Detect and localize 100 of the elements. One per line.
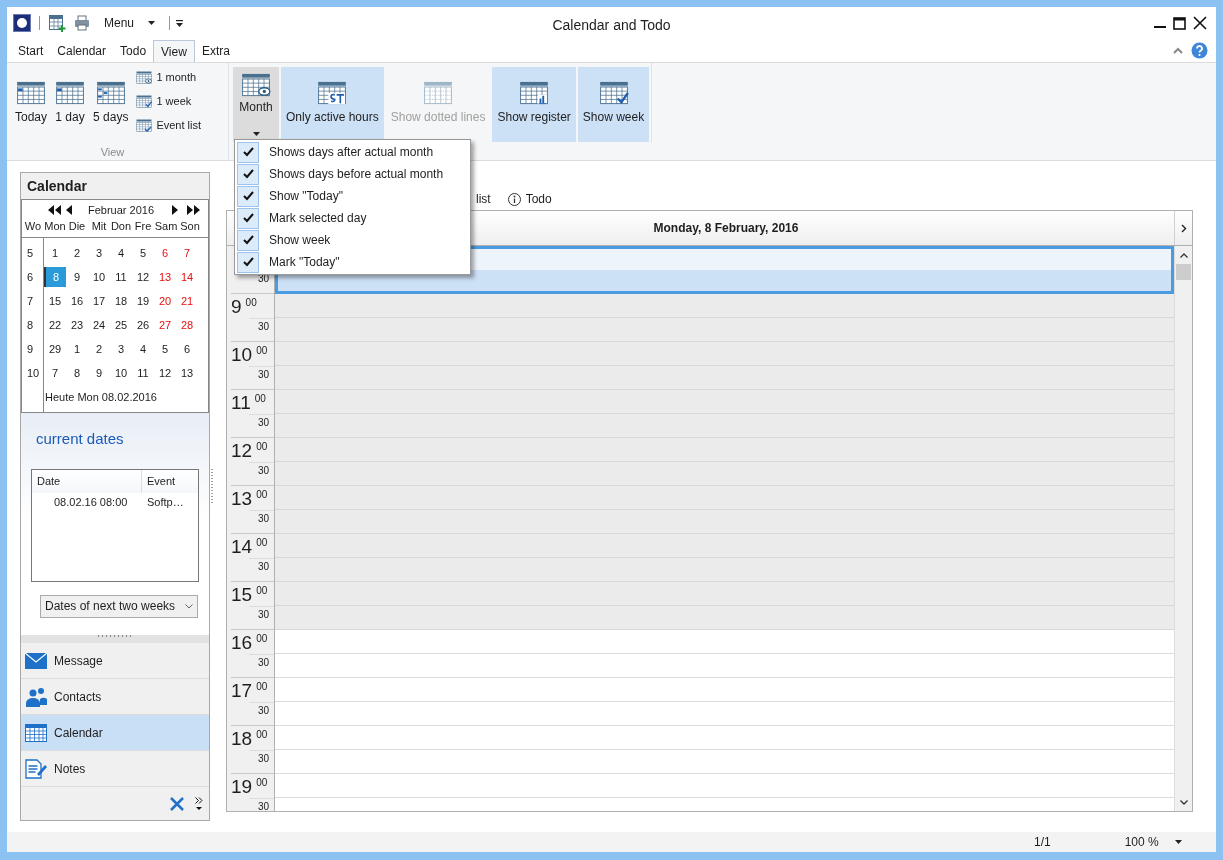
- month-dropdown-button[interactable]: Month: [233, 67, 279, 142]
- checkbox[interactable]: [237, 141, 259, 163]
- view-button[interactable]: Today: [11, 67, 52, 137]
- menu-item[interactable]: Shows days before actual month: [235, 163, 470, 185]
- calendar-icon: [136, 70, 153, 84]
- calendar-day[interactable]: 2: [88, 339, 110, 359]
- help-icon[interactable]: [1191, 42, 1208, 59]
- ribbon-tab[interactable]: Todo: [113, 39, 154, 62]
- column-header[interactable]: Event: [142, 469, 198, 493]
- calendar-day[interactable]: 23: [66, 315, 88, 335]
- ribbon-tab[interactable]: Start: [11, 39, 51, 62]
- print-icon[interactable]: [74, 15, 90, 31]
- calendar-day[interactable]: 28: [176, 315, 198, 335]
- checkbox[interactable]: [237, 185, 259, 207]
- calendar-day[interactable]: 5: [132, 243, 154, 263]
- calendar-day[interactable]: 8: [66, 363, 88, 383]
- calendar-day[interactable]: 22: [44, 315, 66, 335]
- calendar-day[interactable]: 6: [176, 339, 198, 359]
- checkbox[interactable]: [237, 229, 259, 251]
- calendar-day[interactable]: 3: [110, 339, 132, 359]
- menu-item[interactable]: Shows days after actual month: [235, 141, 470, 163]
- collapse-ribbon-icon[interactable]: [1173, 47, 1183, 54]
- calendar-day[interactable]: 1: [66, 339, 88, 359]
- calendar-day[interactable]: 1: [44, 243, 66, 263]
- scroll-up-icon[interactable]: [1179, 253, 1188, 258]
- calendar-day[interactable]: 29: [44, 339, 66, 359]
- calendar-day[interactable]: 26: [132, 315, 154, 335]
- calendar-day[interactable]: 10: [88, 267, 110, 287]
- calendar-day[interactable]: 14: [176, 267, 198, 287]
- column-header[interactable]: Date: [32, 469, 142, 493]
- menu-button[interactable]: Menu: [102, 14, 137, 32]
- toggle-button[interactable]: Only active hours: [281, 67, 384, 142]
- checkbox[interactable]: [237, 207, 259, 229]
- calendar-day[interactable]: 11: [132, 363, 154, 383]
- toggle-button[interactable]: Show register: [492, 67, 576, 142]
- nav-item[interactable]: Calendar: [21, 715, 209, 751]
- menu-item[interactable]: Show "Today": [235, 185, 470, 207]
- caret-icon[interactable]: [1174, 840, 1182, 844]
- calendar-day[interactable]: 25: [110, 315, 132, 335]
- calendar-day[interactable]: 4: [110, 243, 132, 263]
- calendar-day[interactable]: 13: [154, 267, 176, 287]
- check-icon: [242, 235, 254, 245]
- next-year-icon[interactable]: [187, 205, 200, 215]
- view-button[interactable]: 1 day: [51, 67, 90, 137]
- view-button[interactable]: 5 days: [89, 67, 133, 137]
- view-button[interactable]: 1 week: [136, 92, 202, 110]
- caret-icon[interactable]: [148, 21, 156, 25]
- calendar-day[interactable]: 7: [44, 363, 66, 383]
- calendar-day[interactable]: 12: [132, 267, 154, 287]
- calendar-day[interactable]: 15: [44, 291, 66, 311]
- toggle-button[interactable]: Show week: [577, 67, 650, 142]
- next-month-icon[interactable]: [172, 205, 178, 215]
- calendar-day[interactable]: 20: [154, 291, 176, 311]
- scroll-down-icon[interactable]: [1179, 800, 1188, 805]
- close-icon[interactable]: [1193, 16, 1207, 30]
- calendar-day[interactable]: 18: [110, 291, 132, 311]
- calendar-day[interactable]: 12: [154, 363, 176, 383]
- calendar-day[interactable]: 5: [154, 339, 176, 359]
- calendar-day[interactable]: 3: [88, 243, 110, 263]
- today-label: Heute Mon 08.02.2016: [44, 390, 158, 405]
- more-icon[interactable]: [195, 796, 203, 811]
- calendar-day[interactable]: 9: [66, 267, 88, 287]
- calendar-day[interactable]: 16: [66, 291, 88, 311]
- calendar-day[interactable]: 6: [154, 243, 176, 263]
- previous-month-icon[interactable]: [66, 205, 72, 215]
- new-appointment-icon[interactable]: [48, 14, 66, 32]
- ribbon-tab[interactable]: View: [153, 40, 195, 63]
- view-button[interactable]: Event list: [136, 116, 202, 134]
- previous-year-icon[interactable]: [48, 205, 61, 215]
- next-day-icon[interactable]: [1180, 223, 1187, 233]
- checkbox[interactable]: [237, 163, 259, 185]
- app-icon[interactable]: [13, 14, 31, 32]
- ribbon-tab[interactable]: Calendar: [50, 39, 114, 62]
- calendar-day[interactable]: 21: [176, 291, 198, 311]
- calendar-day[interactable]: 13: [176, 363, 198, 383]
- maximize-icon[interactable]: [1173, 16, 1186, 30]
- customize-icon[interactable]: [176, 19, 184, 27]
- calendar-day[interactable]: 11: [110, 267, 132, 287]
- scroll-thumb[interactable]: [1176, 264, 1191, 280]
- calendar-day[interactable]: 17: [88, 291, 110, 311]
- hour-label: 9: [231, 295, 242, 319]
- time-slot[interactable]: [275, 270, 1174, 294]
- calendar-day[interactable]: 27: [154, 315, 176, 335]
- calendar-day[interactable]: 9: [88, 363, 110, 383]
- menu-item[interactable]: Mark "Today": [235, 251, 470, 273]
- calendar-day[interactable]: 7: [176, 243, 198, 263]
- calendar-day[interactable]: 24: [88, 315, 110, 335]
- page-tab[interactable]: Todo: [507, 190, 552, 208]
- calendar-day[interactable]: 19: [132, 291, 154, 311]
- calendar-day[interactable]: 2: [66, 243, 88, 263]
- calendar-day[interactable]: 10: [110, 363, 132, 383]
- calendar-day[interactable]: 4: [132, 339, 154, 359]
- people-icon: [25, 686, 47, 707]
- ribbon-tab[interactable]: Extra: [194, 39, 237, 62]
- checkbox[interactable]: [237, 251, 259, 273]
- page-tab[interactable]: list: [476, 190, 491, 208]
- dates-filter-dropdown[interactable]: Dates of next two weeks: [40, 594, 198, 618]
- view-button[interactable]: 1 month: [136, 68, 202, 86]
- zoom-level[interactable]: 100 %: [1124, 833, 1159, 851]
- splitter-handle-icon[interactable]: [211, 469, 213, 505]
